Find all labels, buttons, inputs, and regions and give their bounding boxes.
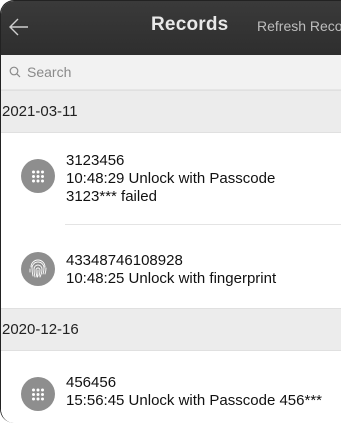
record-row[interactable]: 3123456 10:48:29 Unlock with Passcode 31…: [1, 133, 341, 225]
top-bar: Records Refresh Records: [1, 1, 341, 55]
record-detail: 15:56:45 Unlock with Passcode 456***: [66, 392, 322, 409]
record-detail: 10:48:29 Unlock with Passcode: [66, 170, 276, 187]
keypad-icon: [32, 388, 44, 401]
records-screen: Records Refresh Records Search 2021-03-1…: [0, 0, 341, 423]
refresh-records-button[interactable]: Refresh Records: [257, 18, 341, 34]
date-header: 2020-12-16: [1, 308, 341, 351]
date-label: 2021-03-11: [2, 103, 78, 120]
back-arrow-icon[interactable]: [7, 15, 31, 39]
search-bar[interactable]: Search: [1, 55, 341, 90]
avatar: [21, 159, 55, 193]
record-row[interactable]: 456456 15:56:45 Unlock with Passcode 456…: [1, 351, 341, 423]
page-title: Records: [151, 14, 229, 35]
date-header: 2021-03-11: [1, 90, 341, 133]
avatar: [21, 252, 55, 286]
fingerprint-icon: [29, 259, 47, 278]
keypad-icon: [32, 170, 44, 183]
search-input[interactable]: Search: [27, 64, 71, 80]
date-label: 2020-12-16: [2, 321, 79, 338]
record-detail-extra: 3123*** failed: [66, 188, 157, 205]
record-id: 43348746108928: [66, 252, 183, 269]
record-row[interactable]: 43348746108928 10:48:25 Unlock with fing…: [1, 225, 341, 308]
record-id: 3123456: [66, 152, 125, 169]
record-detail: 10:48:25 Unlock with fingerprint: [66, 270, 277, 287]
record-id: 456456: [66, 374, 117, 391]
search-icon: [9, 66, 21, 78]
avatar: [21, 377, 55, 411]
